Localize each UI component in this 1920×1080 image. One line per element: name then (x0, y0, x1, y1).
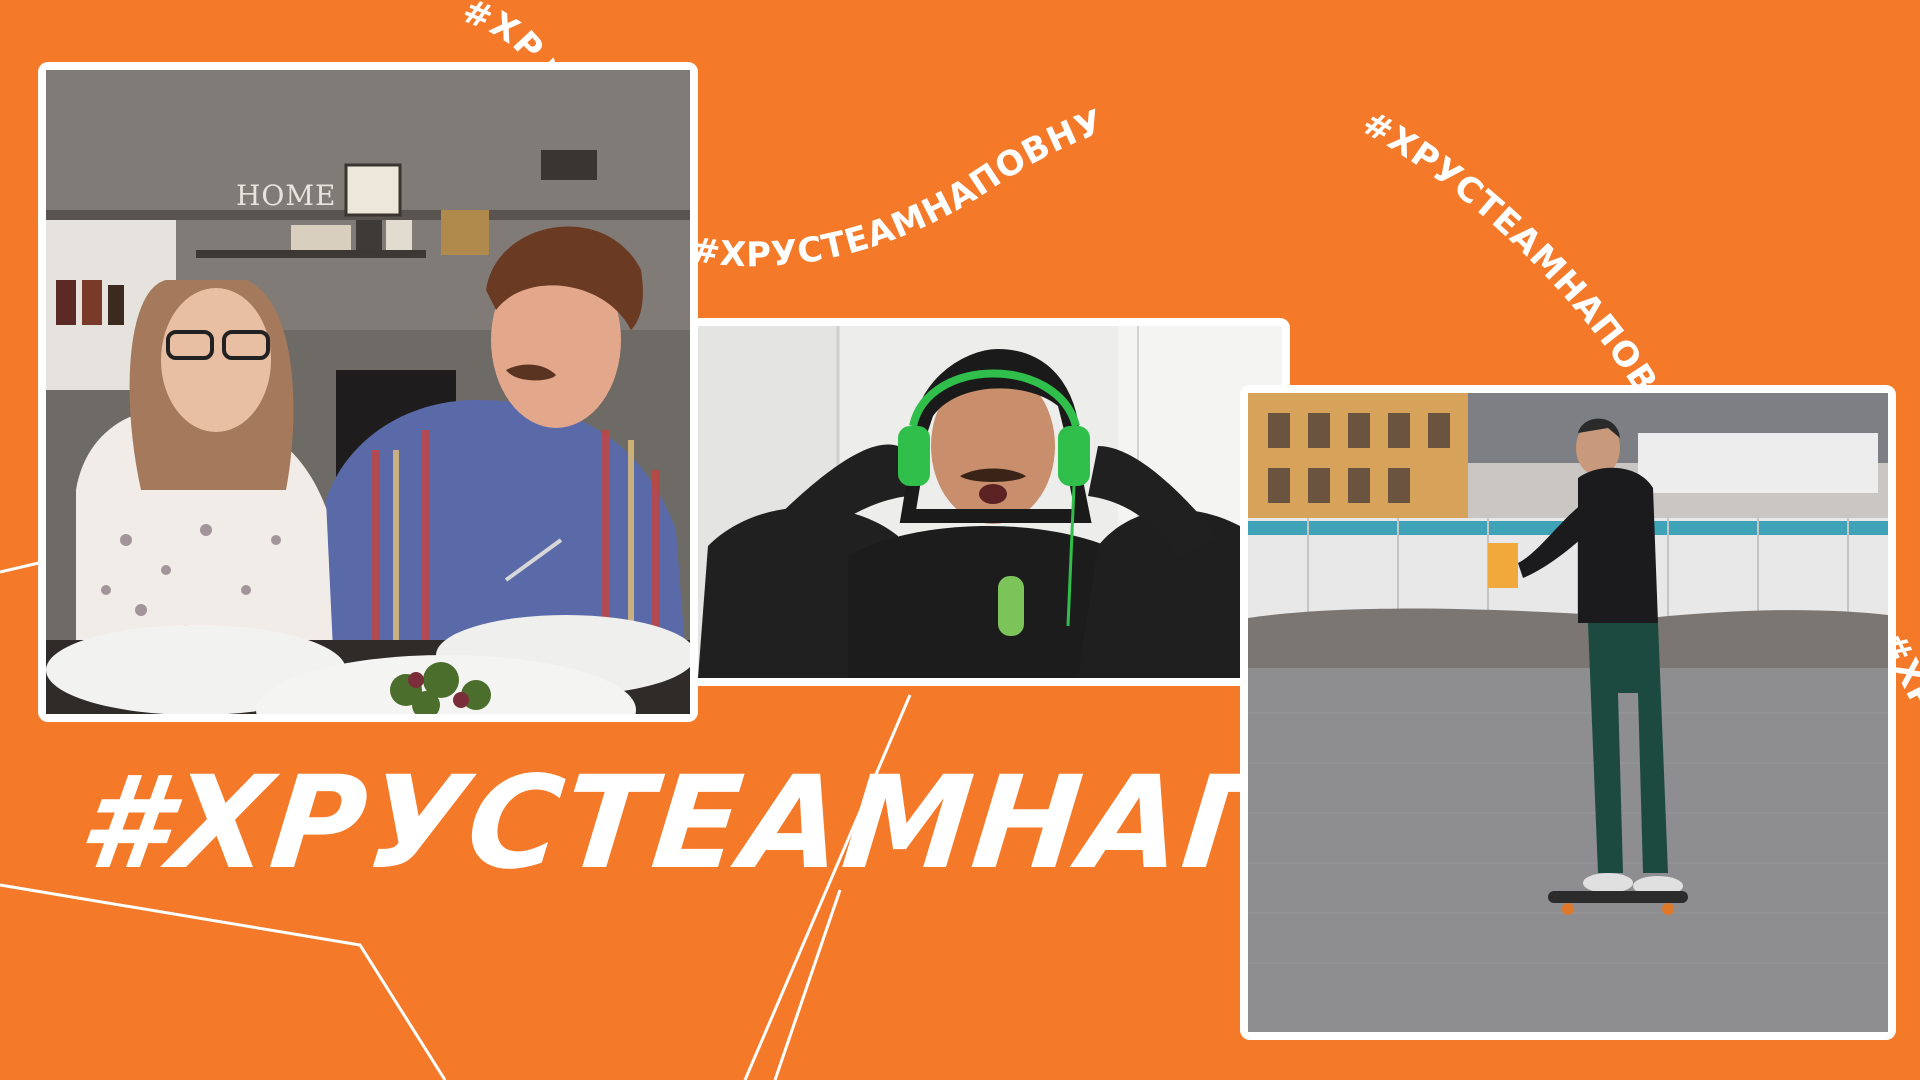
decor-line-lower-left (0, 883, 447, 1080)
photo-headphones-man-image (698, 326, 1282, 678)
photo-skateboard-man-scene (1248, 393, 1888, 1032)
photo-headphones-man (690, 318, 1290, 686)
home-sign: HOME (236, 179, 336, 212)
big-hashtag: #ХРУСТЕАМНАП (72, 749, 1301, 898)
photo-couple-dinner-image: HOME (46, 70, 690, 714)
curved-hashtag-1: #ХРУСТЕАМНАПОВНУ (689, 102, 1109, 275)
photo-couple-dinner-scene: HOME (46, 70, 690, 714)
photo-skateboard-man (1240, 385, 1896, 1040)
photo-couple-dinner: HOME (38, 62, 698, 722)
curved-hashtag-1-text: #ХРУСТЕАМНАПОВНУ (689, 102, 1108, 275)
photo-headphones-man-scene (698, 326, 1282, 678)
photo-skateboard-man-image (1248, 393, 1888, 1032)
